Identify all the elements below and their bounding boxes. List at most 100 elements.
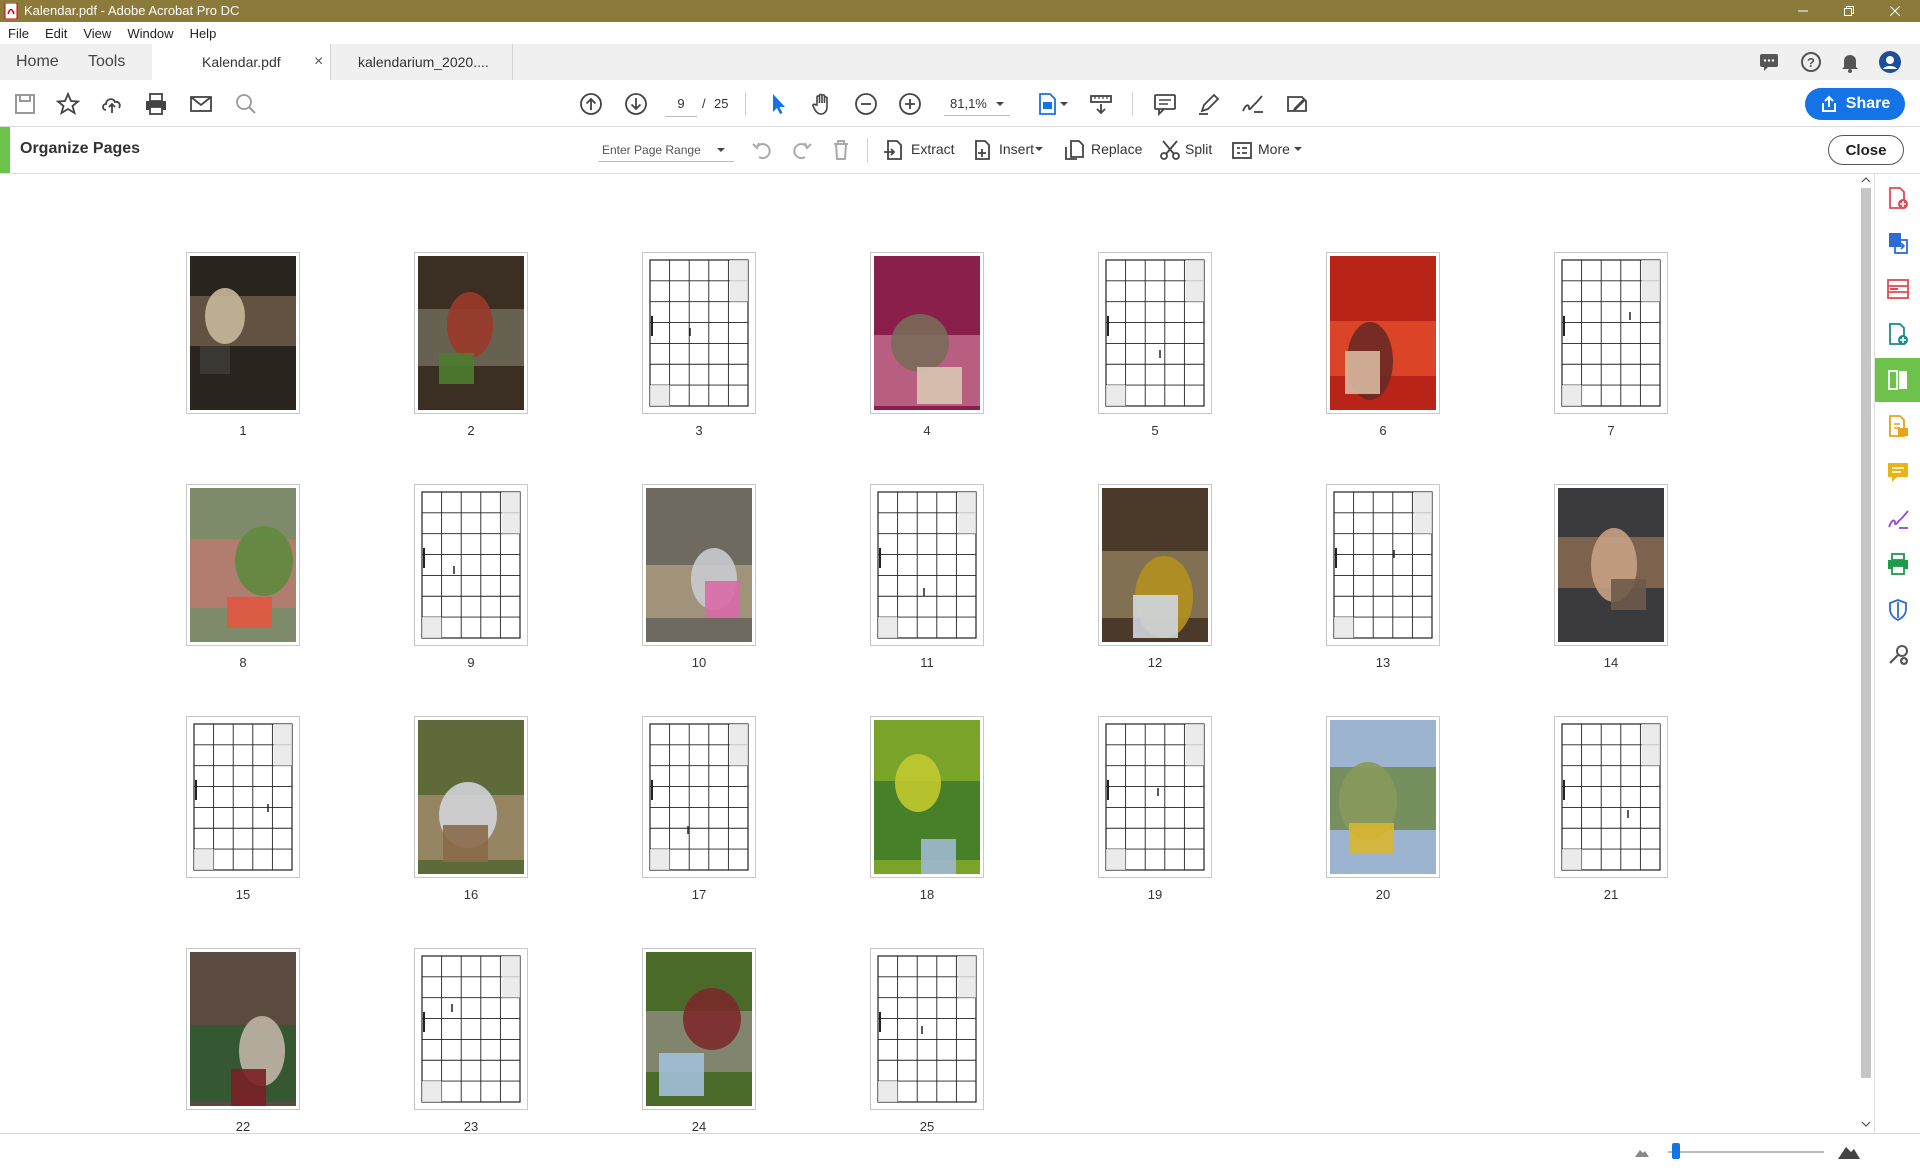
page-thumbnail[interactable] (1554, 484, 1668, 646)
split-button[interactable]: Split (1185, 141, 1212, 157)
page-thumbnail[interactable] (1554, 716, 1668, 878)
split-scissors-icon[interactable] (1158, 138, 1182, 162)
zoom-in-icon[interactable] (897, 91, 923, 117)
export-document-icon[interactable] (1886, 414, 1910, 438)
page-thumbnail[interactable] (1554, 252, 1668, 414)
chevron-down-icon[interactable] (1034, 144, 1044, 154)
page-thumbnail[interactable] (414, 948, 528, 1110)
chevron-down-icon[interactable] (1293, 144, 1303, 154)
insert-button[interactable]: Insert (999, 141, 1034, 157)
tab-kalendar-pdf[interactable]: Kalendar.pdf × (152, 44, 331, 81)
menu-file[interactable]: File (0, 26, 37, 41)
menu-help[interactable]: Help (182, 26, 225, 41)
replace-icon[interactable] (1063, 138, 1087, 162)
scroll-up-icon[interactable] (1861, 176, 1871, 184)
page-thumbnail[interactable] (870, 948, 984, 1110)
page-thumbnail[interactable] (414, 484, 528, 646)
comment-bubble-icon[interactable] (1757, 50, 1781, 74)
vertical-scrollbar[interactable] (1858, 174, 1874, 1132)
menu-view[interactable]: View (75, 26, 119, 41)
zoom-in-mountain-icon[interactable] (1838, 1143, 1860, 1159)
page-thumbnail[interactable] (1326, 716, 1440, 878)
page-thumbnail[interactable] (1098, 716, 1212, 878)
organize-pages-tool[interactable] (1875, 358, 1920, 402)
scrollbar-thumb[interactable] (1861, 188, 1871, 1078)
calendar-page-preview (421, 955, 521, 1103)
page-thumbnail[interactable] (870, 484, 984, 646)
zoom-out-mountain-icon[interactable] (1635, 1147, 1649, 1157)
star-icon[interactable] (55, 91, 81, 117)
bell-icon[interactable] (1838, 50, 1862, 74)
more-options-icon[interactable] (1230, 138, 1254, 162)
next-page-icon[interactable] (623, 91, 649, 117)
restore-button[interactable] (1826, 0, 1872, 22)
export-pdf-icon[interactable] (1886, 231, 1910, 255)
fill-sign-icon[interactable] (1886, 507, 1910, 531)
extract-button[interactable]: Extract (911, 141, 955, 157)
comment-tool-icon[interactable] (1886, 460, 1910, 484)
page-thumbnail[interactable] (1098, 252, 1212, 414)
menu-window[interactable]: Window (119, 26, 181, 41)
close-tool-button[interactable]: Close (1828, 135, 1904, 165)
search-zoom-icon[interactable] (233, 91, 259, 117)
cloud-upload-icon[interactable] (99, 91, 125, 117)
page-thumbnail[interactable] (642, 948, 756, 1110)
page-thumbnail[interactable] (870, 252, 984, 414)
tab-close-button[interactable]: × (314, 44, 323, 80)
comment-icon[interactable] (1152, 91, 1178, 117)
page-thumbnail[interactable] (414, 252, 528, 414)
email-icon[interactable] (188, 91, 214, 117)
share-button[interactable]: Share (1805, 88, 1905, 120)
current-page-input[interactable]: 9 (665, 92, 697, 117)
page-thumbnail[interactable] (1326, 252, 1440, 414)
insert-icon[interactable] (971, 138, 995, 162)
page-thumbnail[interactable] (642, 484, 756, 646)
scroll-down-icon[interactable] (1861, 1120, 1871, 1128)
replace-button[interactable]: Replace (1091, 141, 1142, 157)
close-window-button[interactable] (1872, 0, 1918, 22)
user-avatar-icon[interactable] (1878, 50, 1902, 74)
page-thumbnail[interactable] (186, 948, 300, 1110)
edit-pdf-icon[interactable] (1886, 277, 1910, 301)
help-icon[interactable]: ? (1799, 50, 1823, 74)
trash-icon[interactable] (829, 138, 853, 162)
thumbnail-size-slider-knob[interactable] (1671, 1143, 1680, 1159)
tab-home[interactable]: Home (16, 44, 59, 80)
hand-tool-icon[interactable] (809, 91, 835, 117)
page-thumbnail[interactable] (186, 484, 300, 646)
minimize-button[interactable] (1780, 0, 1826, 22)
protect-shield-icon[interactable] (1886, 598, 1910, 622)
print-icon[interactable] (143, 91, 169, 117)
tab-tools[interactable]: Tools (88, 44, 125, 80)
print-production-icon[interactable] (1886, 552, 1910, 576)
extract-icon[interactable] (882, 138, 906, 162)
page-thumbnail[interactable] (642, 252, 756, 414)
page-thumbnail[interactable] (642, 716, 756, 878)
save-icon[interactable] (12, 91, 38, 117)
page-thumbnail[interactable] (870, 716, 984, 878)
previous-page-icon[interactable] (578, 91, 604, 117)
page-thumbnail[interactable] (186, 716, 300, 878)
thumbnail-size-slider[interactable] (1668, 1151, 1824, 1153)
page-range-dropdown[interactable]: Enter Page Range (598, 138, 734, 162)
highlight-pen-icon[interactable] (1196, 91, 1222, 117)
page-thumbnail[interactable] (186, 252, 300, 414)
rotate-left-icon[interactable] (750, 138, 774, 162)
select-arrow-icon[interactable] (765, 91, 791, 117)
page-thumbnail[interactable] (1098, 484, 1212, 646)
more-button[interactable]: More (1258, 141, 1290, 157)
page-thumbnail[interactable] (1326, 484, 1440, 646)
menu-edit[interactable]: Edit (37, 26, 75, 41)
chevron-down-icon[interactable] (994, 98, 1006, 110)
combine-files-icon[interactable] (1886, 322, 1910, 346)
zoom-out-icon[interactable] (853, 91, 879, 117)
page-thumbnail[interactable] (414, 716, 528, 878)
scroll-mode-icon[interactable] (1088, 91, 1114, 117)
edit-redact-icon[interactable] (1284, 91, 1310, 117)
more-tools-icon[interactable] (1886, 643, 1910, 667)
rotate-right-icon[interactable] (790, 138, 814, 162)
create-pdf-icon[interactable] (1886, 186, 1910, 210)
sign-icon[interactable] (1240, 91, 1266, 117)
chevron-down-icon[interactable] (1058, 98, 1070, 110)
tab-kalendarium[interactable]: kalendarium_2020.... (330, 44, 513, 80)
